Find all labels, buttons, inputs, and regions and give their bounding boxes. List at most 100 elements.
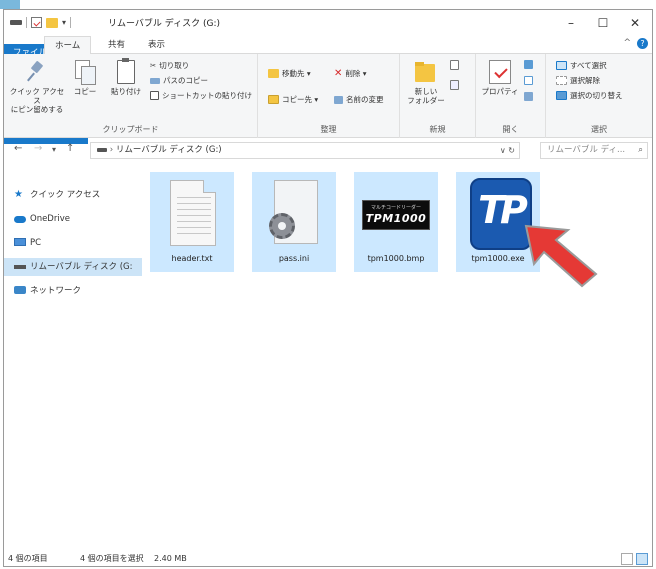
folder-icon: [415, 60, 437, 84]
edit-icon: [524, 76, 533, 85]
scissors-icon: ✂: [150, 61, 157, 70]
nav-label: クイック アクセス: [30, 190, 101, 200]
back-arrow-icon[interactable]: ←: [14, 143, 22, 154]
history-icon: [524, 92, 533, 101]
details-view-icon[interactable]: [621, 553, 633, 565]
refresh-icon[interactable]: ∨ ↻: [500, 143, 515, 158]
pin-icon: [28, 60, 46, 84]
invert-label: 選択の切り替え: [570, 91, 623, 100]
large-icons-view-icon[interactable]: [636, 553, 648, 565]
nav-item-network[interactable]: ネットワーク: [4, 282, 142, 300]
nav-label: リムーバブル ディスク (G:: [30, 262, 133, 272]
invert-selection-button[interactable]: 選択の切り替え: [556, 90, 623, 101]
organize-group-label: 整理: [320, 125, 337, 134]
copy-button[interactable]: コピー: [70, 60, 100, 96]
view-toggle: [621, 553, 648, 565]
history-button[interactable]: [524, 92, 533, 101]
search-input[interactable]: リムーバブル ディ... ⌕: [540, 142, 648, 159]
pin-quick-access-button[interactable]: クイック アクセス にピン留めする: [8, 60, 66, 114]
nav-item-removable-disk[interactable]: リムーバブル ディスク (G:: [4, 258, 142, 276]
select-none-icon: [556, 76, 567, 85]
ribbon: クイック アクセス にピン留めする コピー 貼り付け ✂ 切り取り パスのコピー: [4, 54, 652, 138]
open-group: プロパティ 開く: [476, 54, 546, 138]
divider: [26, 17, 27, 28]
copy-to-button[interactable]: コピー先 ▾: [268, 94, 318, 105]
close-button[interactable]: ✕: [616, 10, 654, 36]
copy-label: コピー: [73, 87, 97, 96]
new-item-icon: [450, 60, 459, 70]
select-all-button[interactable]: すべて選択: [556, 60, 607, 71]
new-folder-button[interactable]: 新しい フォルダー: [406, 60, 446, 105]
new-item-button[interactable]: [450, 60, 459, 70]
thumb-subtitle: マルチコードリーダー: [370, 205, 421, 211]
delete-button[interactable]: ✕ 削除 ▾: [334, 68, 367, 79]
file-name: header.txt: [171, 254, 213, 263]
rename-label: 名前の変更: [346, 95, 384, 104]
file-item[interactable]: pass.ini: [252, 172, 336, 272]
properties-button[interactable]: プロパティ: [480, 60, 520, 96]
paste-button[interactable]: 貼り付け: [108, 58, 144, 96]
tab-view[interactable]: 表示: [138, 36, 175, 54]
app-exe-icon: TP: [468, 178, 532, 250]
new-folder-icon[interactable]: [46, 17, 58, 28]
window-title: リムーバブル ディスク (G:): [108, 19, 221, 29]
open-icon: [524, 60, 533, 69]
pointer-arrow-icon: [524, 224, 598, 288]
nav-label: ネットワーク: [30, 286, 82, 296]
cut-button[interactable]: ✂ 切り取り: [150, 60, 189, 71]
nav-item-pc[interactable]: PC: [4, 234, 142, 252]
clipboard-icon: [117, 58, 135, 84]
move-to-label: 移動先 ▾: [282, 69, 311, 78]
edit-button[interactable]: [524, 76, 533, 85]
forward-arrow-icon[interactable]: →: [34, 143, 42, 154]
navigation-pane: ★ クイック アクセス OneDrive PC リムーバブル ディスク (G: …: [4, 164, 144, 548]
copy-folder-icon: [268, 95, 279, 104]
recent-locations-icon[interactable]: ▾: [52, 145, 56, 154]
explorer-window: ▾ リムーバブル ディスク (G:) – ☐ ✕ ファイル ホーム 共有 表示 …: [3, 9, 653, 567]
address-path: リムーバブル ディスク (G:): [115, 145, 222, 155]
select-none-label: 選択解除: [570, 76, 600, 85]
select-none-button[interactable]: 選択解除: [556, 75, 600, 86]
paste-shortcut-button[interactable]: ショートカットの貼り付け: [150, 90, 252, 101]
collapse-ribbon-icon[interactable]: ^: [623, 38, 631, 49]
rename-button[interactable]: 名前の変更: [334, 94, 384, 105]
file-item[interactable]: マルチコードリーダー TPM1000 tpm1000.bmp: [354, 172, 438, 272]
pin-label-1: クイック アクセス: [9, 87, 65, 105]
copy-path-button[interactable]: パスのコピー: [150, 75, 208, 86]
file-name: pass.ini: [278, 254, 310, 263]
search-icon: ⌕: [638, 145, 643, 155]
nav-item-onedrive[interactable]: OneDrive: [4, 210, 142, 228]
gear-icon: [269, 213, 295, 239]
file-item[interactable]: header.txt: [150, 172, 234, 272]
tab-share[interactable]: 共有: [98, 36, 135, 54]
help-icon[interactable]: ?: [637, 38, 648, 49]
drive-icon: [97, 147, 107, 152]
move-to-button[interactable]: 移動先 ▾: [268, 68, 311, 79]
ribbon-controls: ^ ?: [623, 38, 648, 49]
properties-icon[interactable]: [31, 17, 42, 28]
invert-selection-icon: [556, 91, 567, 100]
up-arrow-icon[interactable]: ↑: [66, 143, 74, 154]
select-all-label: すべて選択: [570, 61, 607, 70]
properties-check-icon: [489, 60, 511, 84]
customize-qat-icon[interactable]: ▾: [62, 18, 66, 27]
divider: [70, 17, 72, 28]
path-icon: [150, 77, 160, 84]
address-bar[interactable]: › リムーバブル ディスク (G:) ∨ ↻: [90, 142, 520, 159]
settings-file-icon: [264, 178, 324, 250]
title-bar: ▾ リムーバブル ディスク (G:) – ☐ ✕: [4, 10, 652, 36]
open-button[interactable]: [524, 60, 533, 69]
delete-label: 削除 ▾: [345, 69, 367, 78]
delete-icon: ✕: [334, 68, 343, 79]
organize-group: 移動先 ▾ ✕ 削除 ▾ コピー先 ▾ 名前の変更 整理: [258, 54, 400, 138]
rename-icon: [334, 95, 343, 104]
easy-access-button[interactable]: [450, 80, 459, 90]
drive-icon: [10, 20, 22, 25]
monitor-icon: [14, 238, 26, 246]
cloud-icon: [14, 216, 26, 223]
nav-item-quick-access[interactable]: ★ クイック アクセス: [4, 186, 142, 204]
nav-label: PC: [30, 238, 42, 248]
open-group-label: 開く: [502, 125, 519, 134]
easy-access-icon: [450, 80, 459, 90]
tab-home[interactable]: ホーム: [44, 36, 92, 55]
